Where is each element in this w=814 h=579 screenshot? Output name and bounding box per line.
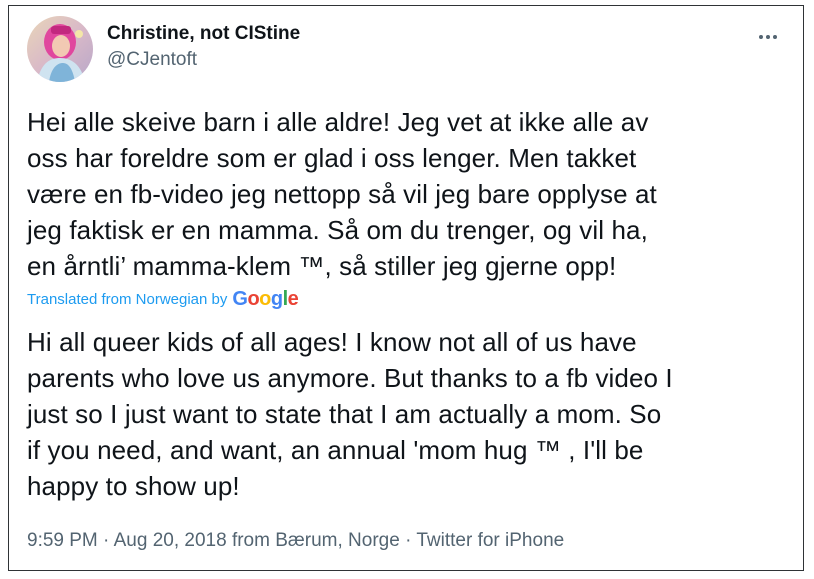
tweet-location[interactable]: from Bærum, Norge	[232, 530, 400, 551]
tweet-text: Hei alle skeive barn i alle aldre! Jeg v…	[27, 107, 657, 281]
tweet-source[interactable]: Twitter for iPhone	[416, 530, 564, 551]
tweet-metadata: 9:59 PM · Aug 20, 2018 from Bærum, Norge…	[27, 529, 564, 553]
tweet-card: Christine, not CIStine @CJentoft Hei all…	[8, 5, 804, 571]
avatar[interactable]	[27, 16, 93, 82]
tweet-date[interactable]: Aug 20, 2018	[114, 530, 227, 551]
user-handle[interactable]: @CJentoft	[107, 48, 300, 72]
separator: ·	[405, 530, 412, 551]
translated-from-label: Translated from Norwegian by	[27, 291, 228, 308]
separator: ·	[103, 530, 110, 551]
tweet-time[interactable]: 9:59 PM	[27, 530, 98, 551]
author-names: Christine, not CIStine @CJentoft	[107, 22, 300, 72]
translation-attribution[interactable]: Translated from Norwegian by Google	[27, 288, 299, 311]
tweet-header: Christine, not CIStine @CJentoft	[27, 16, 785, 82]
avatar-image	[27, 16, 93, 82]
more-horizontal-icon[interactable]	[751, 22, 785, 52]
translated-text: Hi all queer kids of all ages! I know no…	[27, 327, 673, 501]
google-logo: Google	[232, 288, 299, 310]
display-name[interactable]: Christine, not CIStine	[107, 22, 300, 46]
